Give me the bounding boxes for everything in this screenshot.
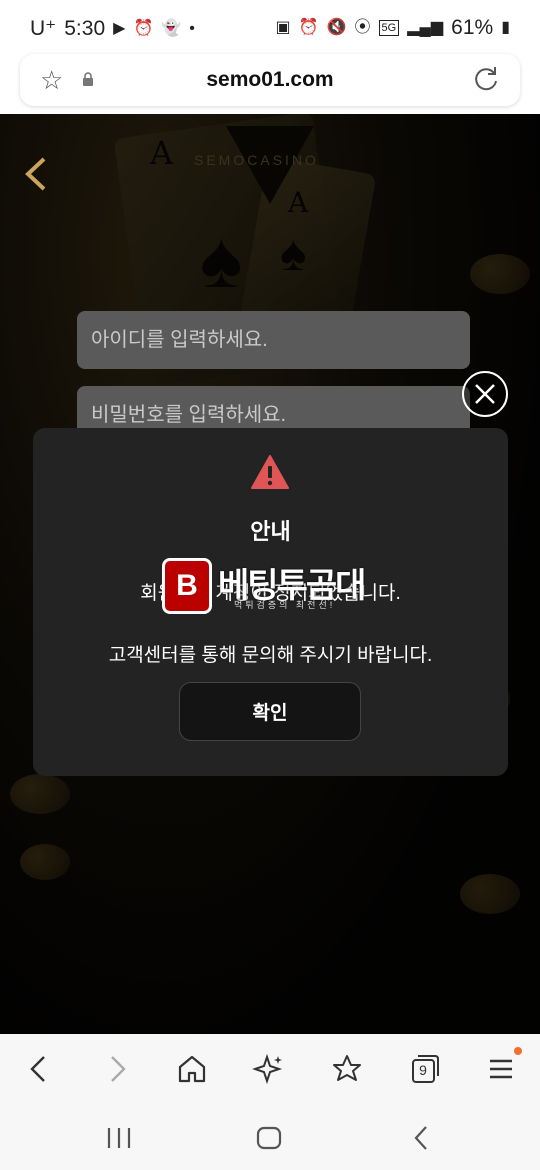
warning-icon (251, 455, 289, 489)
back-chevron-icon[interactable] (22, 156, 48, 192)
carrier-label: U⁺ (30, 17, 57, 40)
watermark-subtext: 먹튀검증의 최전선! (234, 600, 336, 610)
clipboard-icon: ▣ (275, 19, 291, 36)
system-nav-bar (0, 1104, 540, 1170)
reload-icon[interactable] (472, 65, 500, 93)
forward-icon[interactable] (100, 1052, 134, 1086)
signal-icon: ▂▄▆ (407, 19, 444, 36)
recent-apps-icon[interactable] (104, 1124, 134, 1152)
home-nav-icon[interactable] (254, 1124, 284, 1152)
web-content: A A ♠ ♠ SEMOCASINO 안내 회원님의 계정이 정지되었습니다. … (0, 114, 540, 1034)
tabs-count: 9 (419, 1062, 427, 1078)
id-field[interactable] (77, 311, 470, 369)
mute-icon: 🔇 (326, 19, 347, 36)
menu-notification-dot (514, 1047, 522, 1055)
watermark-badge: B (162, 558, 212, 614)
modal-title: 안내 (250, 519, 291, 544)
menu-icon[interactable] (484, 1052, 518, 1086)
status-right: ▣ ⏰ 🔇 ⦿ 5G ▂▄▆ 61% ▮ (276, 16, 510, 40)
youtube-icon: ▶ (113, 19, 126, 37)
url-bar-container: ☆ semo01.com (0, 48, 540, 114)
url-text[interactable]: semo01.com (20, 68, 520, 92)
status-left: U⁺ 5:30 ▶ ⏰ 👻 • (30, 16, 195, 41)
watermark: B 베팅투곰대 먹튀검증의 최전선! (162, 558, 392, 628)
id-input[interactable] (77, 311, 470, 369)
url-bar[interactable]: ☆ semo01.com (20, 54, 520, 106)
close-icon (475, 384, 495, 404)
bookmarks-icon[interactable] (330, 1052, 364, 1086)
confirm-button[interactable]: 확인 (179, 682, 361, 741)
watermark-badge-letter: B (176, 569, 198, 602)
time-label: 5:30 (64, 16, 106, 40)
network-label: 5G (378, 20, 400, 36)
modal-message-line2: 고객센터를 통해 문의해 주시기 바랍니다. (108, 645, 433, 666)
back-icon[interactable] (22, 1052, 56, 1086)
battery-icon: ▮ (501, 19, 510, 36)
back-nav-icon[interactable] (406, 1124, 436, 1152)
home-icon[interactable] (175, 1052, 209, 1086)
tabs-button[interactable]: 9 (408, 1052, 442, 1086)
location-icon: ⦿ (354, 19, 371, 36)
sparkle-icon[interactable] (252, 1052, 286, 1086)
alarm-icon: ⏰ (133, 19, 154, 37)
close-button[interactable] (462, 371, 508, 417)
battery-label: 61% (451, 16, 494, 39)
alarm-clock-icon: ⏰ (298, 19, 319, 36)
notification-dot-icon: • (189, 19, 195, 37)
snapchat-icon: 👻 (161, 19, 182, 37)
browser-toolbar: 9 (0, 1034, 540, 1104)
